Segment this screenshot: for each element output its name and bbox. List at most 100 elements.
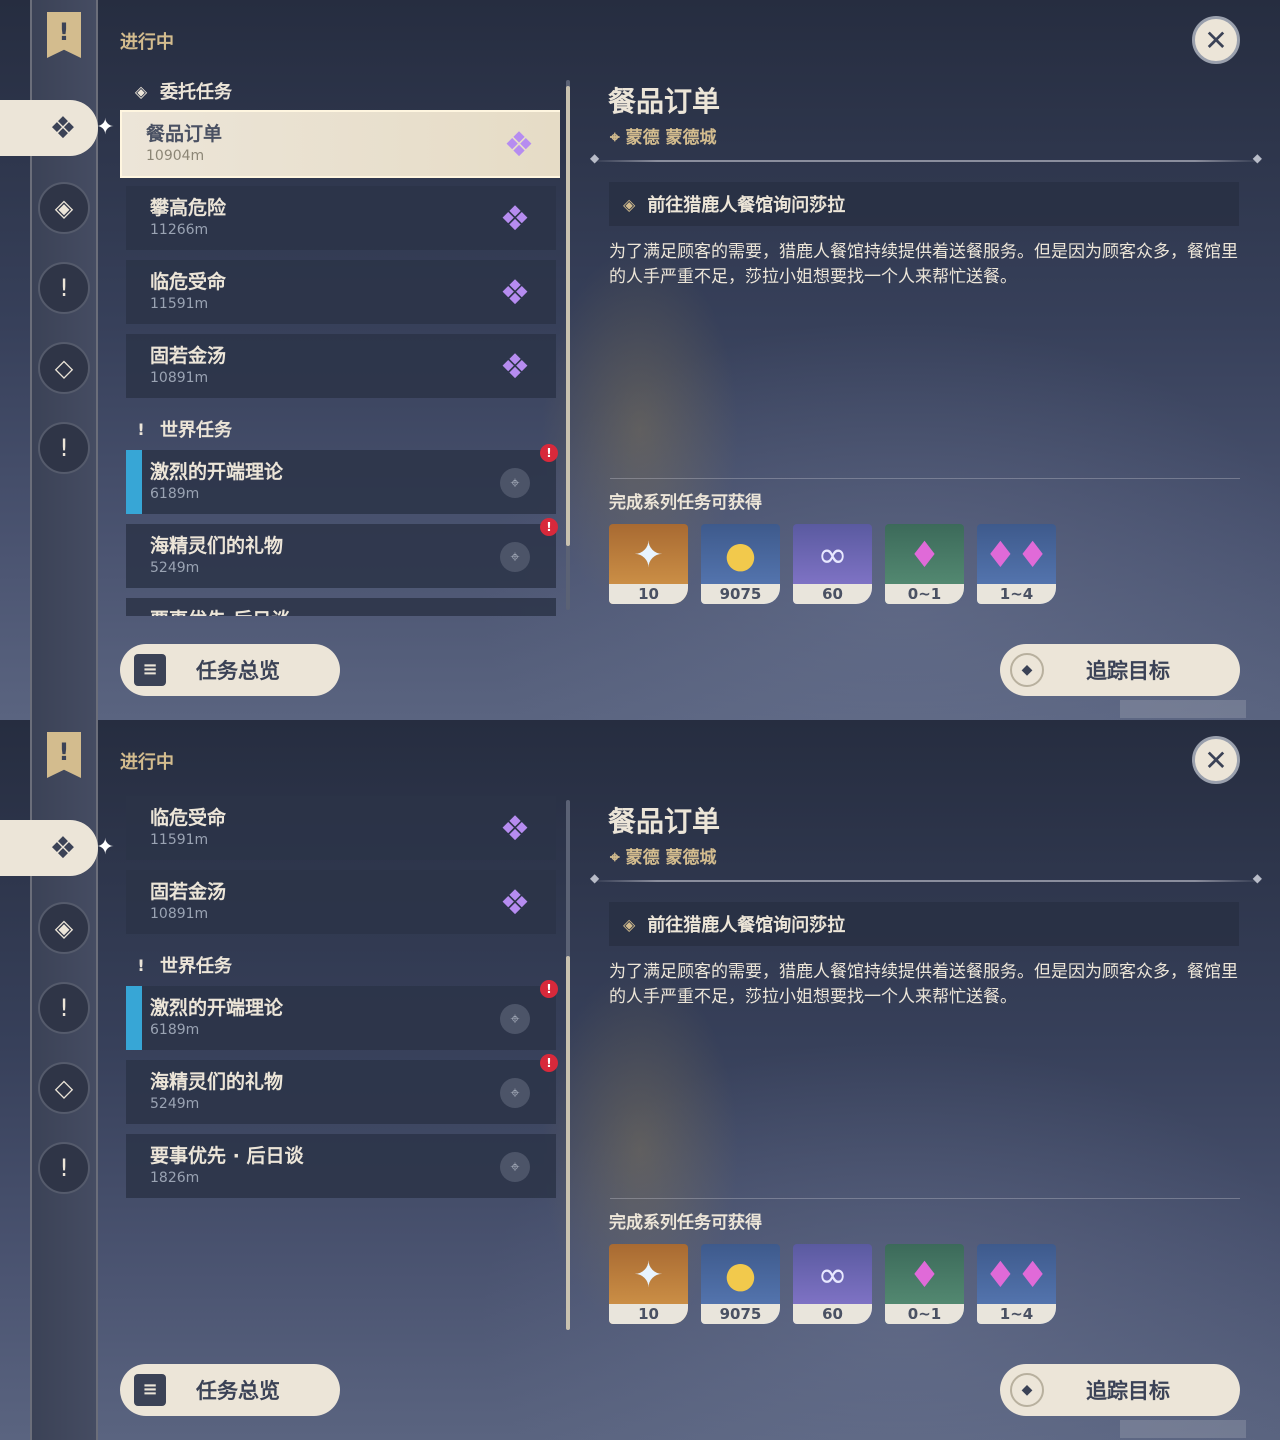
rail-tab-event[interactable]: ◇: [38, 1062, 90, 1114]
section-world: ! 世界任务: [132, 952, 232, 978]
rail-tab-world[interactable]: !: [38, 422, 90, 474]
reward-count: 1~4: [977, 584, 1056, 604]
quest-item[interactable]: 要事优先·后日谈: [126, 598, 556, 616]
close-icon: ✕: [1204, 23, 1228, 57]
quest-item[interactable]: 激烈的开端理论 6189m ⌖ !: [126, 980, 558, 1050]
quest-item[interactable]: 海精灵们的礼物 5249m ⌖ !: [126, 518, 558, 588]
track-button[interactable]: ◆ 追踪目标: [1000, 644, 1240, 696]
primogem-icon: ✦: [633, 1254, 664, 1296]
quest-location: ⌖ 蒙德 蒙德城: [610, 123, 717, 148]
map-pin-icon[interactable]: ⌖: [500, 1152, 530, 1182]
reward-item[interactable]: ✦ 10: [609, 524, 688, 604]
track-diamond-icon: ◆: [1010, 653, 1044, 687]
quest-distance: 10904m: [146, 148, 205, 164]
bottom-strip: [1120, 700, 1246, 718]
map-pin-icon[interactable]: ⌖: [500, 468, 530, 498]
track-diamond-icon: ◆: [1010, 1373, 1044, 1407]
rail-tab-story[interactable]: !: [38, 262, 90, 314]
map-pin-icon[interactable]: ⌖: [500, 1078, 530, 1108]
quest-item[interactable]: 餐品订单 10904m ❖: [120, 110, 560, 178]
mora-coin-icon: ●: [724, 534, 757, 576]
reward-count: 1~4: [977, 1304, 1056, 1324]
rail-tab-commissions[interactable]: ❖: [0, 100, 98, 156]
reward-count: 9075: [701, 1304, 780, 1324]
close-button[interactable]: ✕: [1192, 736, 1240, 784]
commission-diamond-icon: ❖: [49, 110, 77, 146]
rewards-row: ✦ 10 ● 9075 ∞ 60 ♦ 0~1 ♦♦ 1~4: [609, 524, 1056, 604]
scrollbar-thumb[interactable]: [566, 956, 570, 1330]
quest-item[interactable]: 攀高危险 11266m ❖: [126, 186, 556, 250]
quest-location: ⌖ 蒙德 蒙德城: [610, 843, 717, 868]
quest-panel-bottom: ! ❖ ✦ ◈ ! ◇ ! 进行中 ✕ 临危受命 11591m ❖ 固若金汤 1…: [0, 720, 1280, 1440]
quest-overview-button[interactable]: ≡ 任务总览: [120, 644, 340, 696]
header-label: 进行中: [120, 32, 174, 53]
quest-item[interactable]: 海精灵们的礼物 5249m ⌖ !: [126, 1054, 558, 1124]
quest-distance: 5249m: [150, 1096, 200, 1112]
track-button[interactable]: ◆ 追踪目标: [1000, 1364, 1240, 1416]
rail-tab-archon[interactable]: ◈: [38, 902, 90, 954]
world-quest-exclaim-icon: !: [137, 955, 145, 975]
archon-quest-icon: ◈: [54, 194, 74, 222]
quest-distance: 1826m: [150, 1170, 200, 1186]
story-quest-icon: !: [59, 274, 69, 302]
quest-description: 为了满足顾客的需要，猎鹿人餐馆持续提供着送餐服务。但是因为顾客众多，餐馆里的人手…: [609, 962, 1238, 1007]
rail-tab-world[interactable]: !: [38, 1142, 90, 1194]
commission-mark-icon: ❖: [499, 347, 531, 387]
quest-objective: ◈ 前往猎鹿人餐馆询问莎拉: [609, 182, 1239, 226]
event-quest-icon: ◇: [54, 1074, 74, 1102]
rail-tab-story[interactable]: !: [38, 982, 90, 1034]
quest-name: 餐品订单: [146, 123, 223, 145]
close-icon: ✕: [1204, 743, 1228, 777]
button-label: 任务总览: [196, 1379, 280, 1403]
map-pin-icon[interactable]: ⌖: [500, 1004, 530, 1034]
adventure-exp-icon: ∞: [817, 534, 848, 576]
quest-item[interactable]: 固若金汤 10891m ❖: [126, 870, 556, 934]
world-quest-icon: !: [59, 434, 69, 462]
quest-name: 激烈的开端理论: [150, 997, 284, 1019]
commission-diamond-icon: ◈: [134, 81, 148, 101]
sparkle-icon: ✦: [96, 115, 115, 140]
section-title: 委托任务: [160, 82, 232, 103]
reward-count: 10: [609, 1304, 688, 1324]
quest-name: 海精灵们的礼物: [150, 1071, 284, 1093]
map-pin-icon[interactable]: ⌖: [500, 542, 530, 572]
reward-item[interactable]: ♦♦ 1~4: [977, 524, 1056, 604]
tracked-bar: [126, 450, 142, 514]
sparkle-icon: ✦: [96, 835, 115, 860]
crystal-icon: ♦: [908, 534, 941, 576]
close-button[interactable]: ✕: [1192, 16, 1240, 64]
button-label: 追踪目标: [1086, 1379, 1170, 1403]
objective-text: 前往猎鹿人餐馆询问莎拉: [647, 195, 846, 216]
section-commissions: ◈ 委托任务: [132, 78, 232, 104]
quest-list: 临危受命 11591m ❖ 固若金汤 10891m ❖ ! 世界任务 激烈的开端…: [120, 796, 560, 1336]
button-label: 追踪目标: [1086, 659, 1170, 683]
quest-item[interactable]: 固若金汤 10891m ❖: [126, 334, 556, 398]
divider: [610, 1198, 1240, 1199]
reward-item[interactable]: ∞ 60: [793, 524, 872, 604]
rail-tab-event[interactable]: ◇: [38, 342, 90, 394]
button-label: 任务总览: [196, 659, 280, 683]
scrollbar-thumb[interactable]: [566, 86, 570, 546]
rail-tab-archon[interactable]: ◈: [38, 182, 90, 234]
reward-item[interactable]: ● 9075: [701, 524, 780, 604]
rail-tab-commissions[interactable]: ❖: [0, 820, 98, 876]
reward-item[interactable]: ♦ 0~1: [885, 524, 964, 604]
quest-item[interactable]: 临危受命 11591m ❖: [126, 260, 556, 324]
reward-count: 0~1: [885, 584, 964, 604]
quest-name: 要事优先·后日谈: [150, 608, 556, 616]
crystal-icon: ♦: [908, 1254, 941, 1296]
event-quest-icon: ◇: [54, 354, 74, 382]
quest-item[interactable]: 临危受命 11591m ❖: [126, 796, 556, 860]
reward-item[interactable]: ● 9075: [701, 1244, 780, 1324]
reward-item[interactable]: ∞ 60: [793, 1244, 872, 1324]
quest-overview-button[interactable]: ≡ 任务总览: [120, 1364, 340, 1416]
section-title: 世界任务: [160, 956, 232, 977]
alert-badge-icon: !: [540, 444, 558, 462]
reward-item[interactable]: ♦♦ 1~4: [977, 1244, 1056, 1324]
quest-item[interactable]: 要事优先 · 后日谈 1826m ⌖: [126, 1134, 556, 1198]
quest-item[interactable]: 激烈的开端理论 6189m ⌖ !: [126, 444, 558, 514]
reward-item[interactable]: ✦ 10: [609, 1244, 688, 1324]
reward-count: 10: [609, 584, 688, 604]
tracked-bar: [126, 986, 142, 1050]
reward-item[interactable]: ♦ 0~1: [885, 1244, 964, 1324]
